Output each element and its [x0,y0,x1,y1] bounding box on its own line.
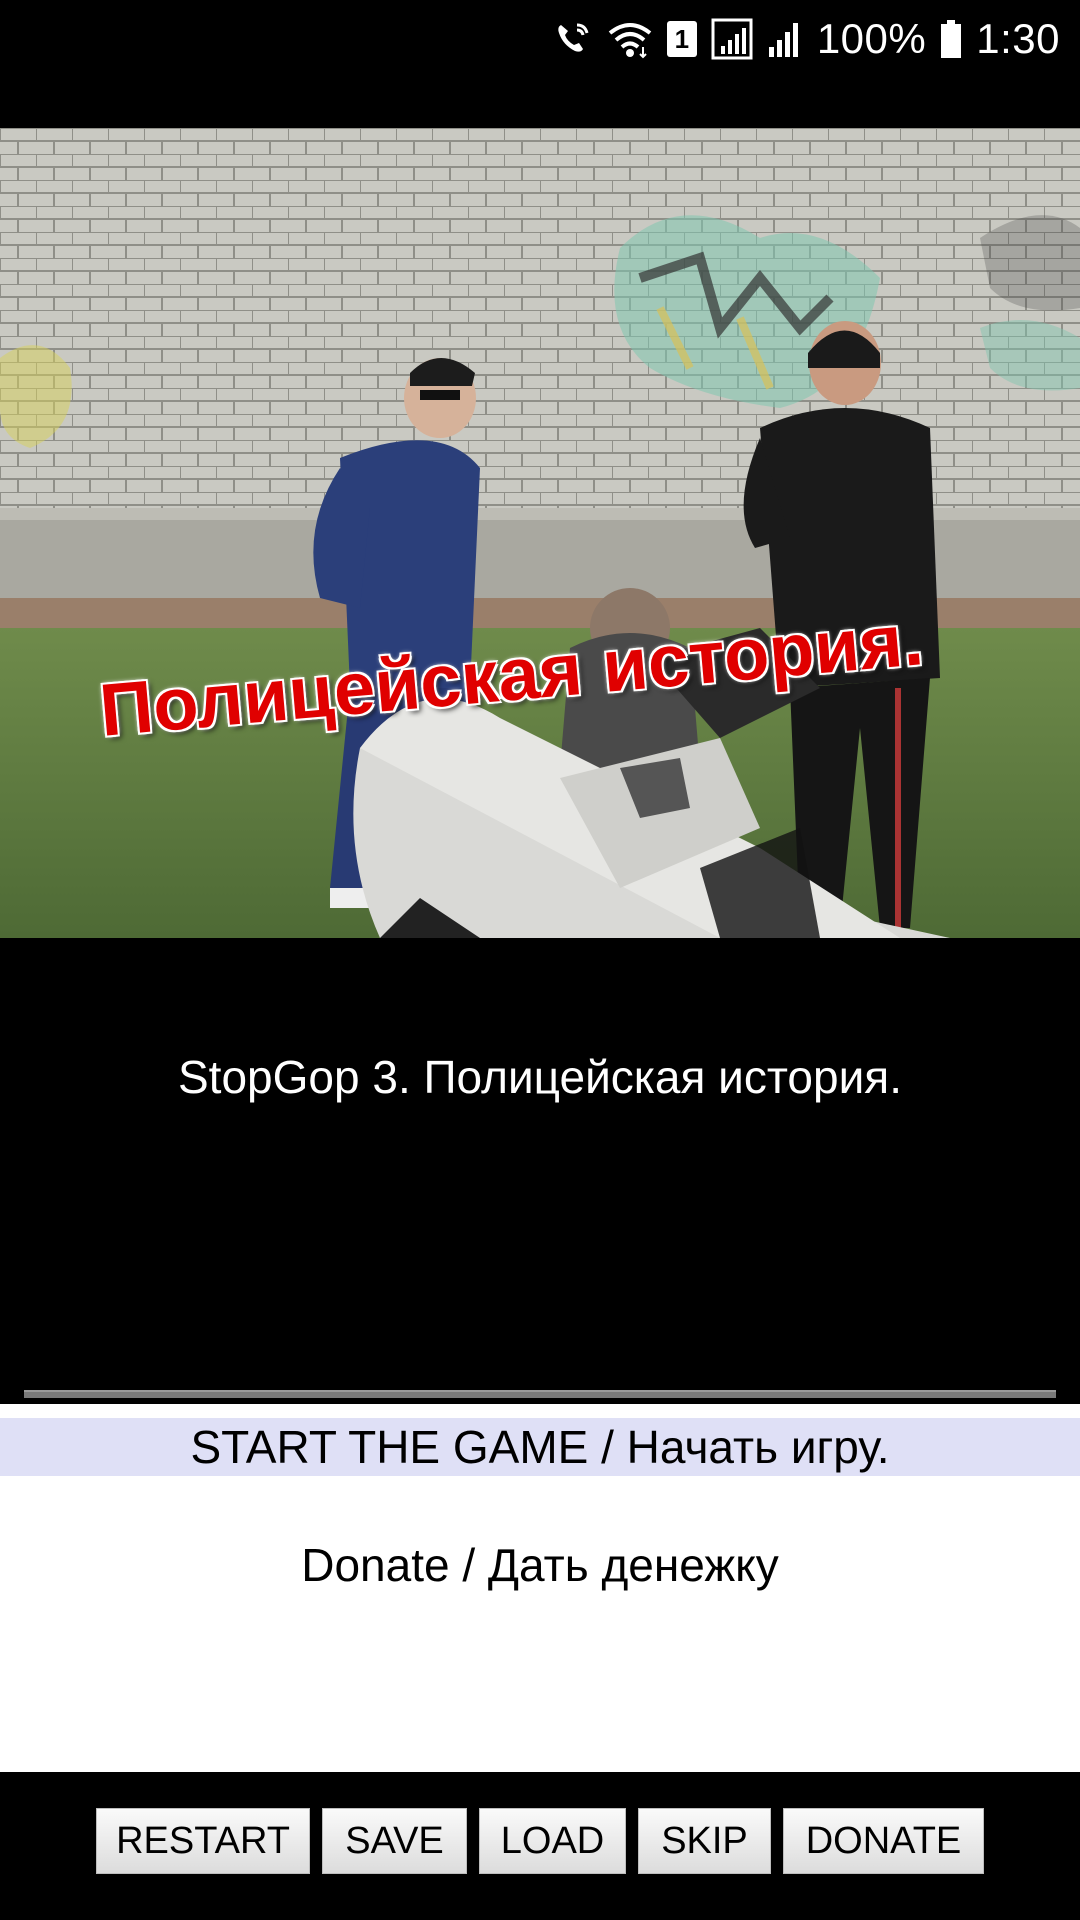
sim-1-icon: 1 [666,21,697,57]
clock: 1:30 [976,15,1060,62]
wifi-icon [608,23,652,59]
scrollbar-divider [24,1390,1056,1398]
donate-button[interactable]: DONATE [783,1808,984,1874]
battery-percent: 100% [816,15,927,62]
signal-2-icon [768,23,798,57]
narration-panel [0,938,1080,1388]
skip-button[interactable]: SKIP [638,1808,771,1874]
restart-button[interactable]: RESTART [96,1808,310,1874]
scene-illustration [0,128,1080,938]
start-game-option[interactable]: START THE GAME / Начать игру. [0,1418,1080,1476]
scene-image: Полицейская история. [0,128,1080,938]
wifi-call-icon [558,23,589,52]
load-button[interactable]: LOAD [479,1808,626,1874]
save-button[interactable]: SAVE [322,1808,467,1874]
status-icons: 1 100% 1:30 [553,10,1060,68]
donate-option[interactable]: Donate / Дать денежку [0,1535,1080,1595]
status-bar: 1 100% 1:30 [0,0,1080,78]
narration-text: StopGop 3. Полицейская история. [178,1051,902,1103]
signal-icon [711,18,753,60]
battery-icon [941,20,962,58]
